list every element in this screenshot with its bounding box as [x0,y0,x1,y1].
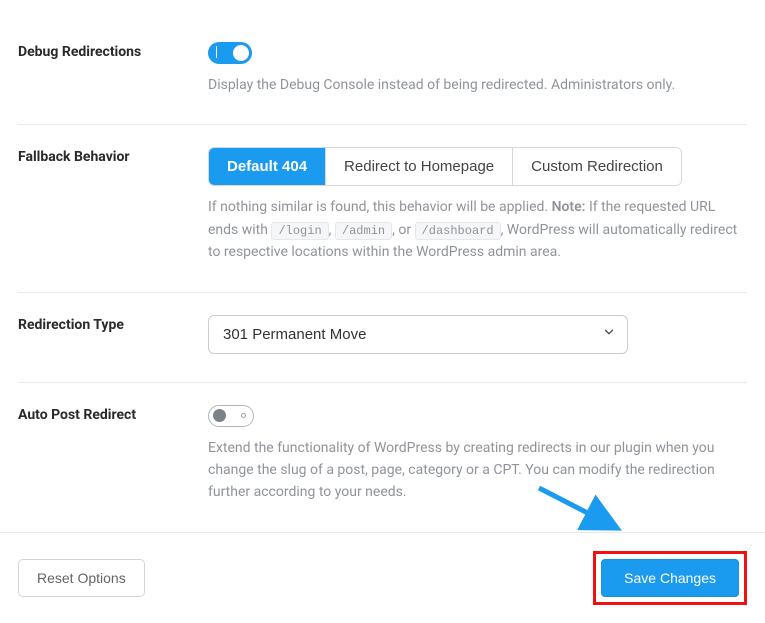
toggle-auto-post-redirect[interactable] [208,405,254,427]
label-debug-redirections: Debug Redirections [18,42,208,96]
desc-debug-redirections: Display the Debug Console instead of bei… [208,74,747,96]
fallback-option-redirect-homepage[interactable]: Redirect to Homepage [326,148,513,185]
toggle-debug-redirections[interactable] [208,42,252,64]
code-admin: /admin [335,222,392,240]
row-auto-post-redirect: Auto Post Redirect Extend the functional… [18,383,747,532]
fallback-desc-note-label: Note: [552,199,586,215]
fallback-desc-pre: If nothing similar is found, this behavi… [208,199,552,215]
label-fallback-behavior: Fallback Behavior [18,147,208,263]
row-fallback-behavior: Fallback Behavior Default 404 Redirect t… [18,125,747,292]
row-redirection-type: Redirection Type 301 Permanent Move [18,293,747,383]
reset-options-button[interactable]: Reset Options [18,559,145,597]
footer-bar: Reset Options Save Changes [0,532,765,623]
save-button-highlight: Save Changes [593,551,747,605]
save-changes-button[interactable]: Save Changes [601,559,739,597]
select-redirection-type[interactable]: 301 Permanent Move [208,315,628,354]
code-login: /login [271,222,328,240]
label-redirection-type: Redirection Type [18,315,208,354]
fallback-option-default-404[interactable]: Default 404 [209,148,326,185]
desc-auto-post-redirect: Extend the functionality of WordPress by… [208,437,747,504]
label-auto-post-redirect: Auto Post Redirect [18,405,208,504]
desc-fallback-behavior: If nothing similar is found, this behavi… [208,196,747,263]
code-dashboard: /dashboard [415,222,501,240]
row-debug-redirections: Debug Redirections Display the Debug Con… [18,20,747,125]
fallback-option-custom-redirection[interactable]: Custom Redirection [513,148,681,185]
fallback-option-group: Default 404 Redirect to Homepage Custom … [208,147,682,186]
